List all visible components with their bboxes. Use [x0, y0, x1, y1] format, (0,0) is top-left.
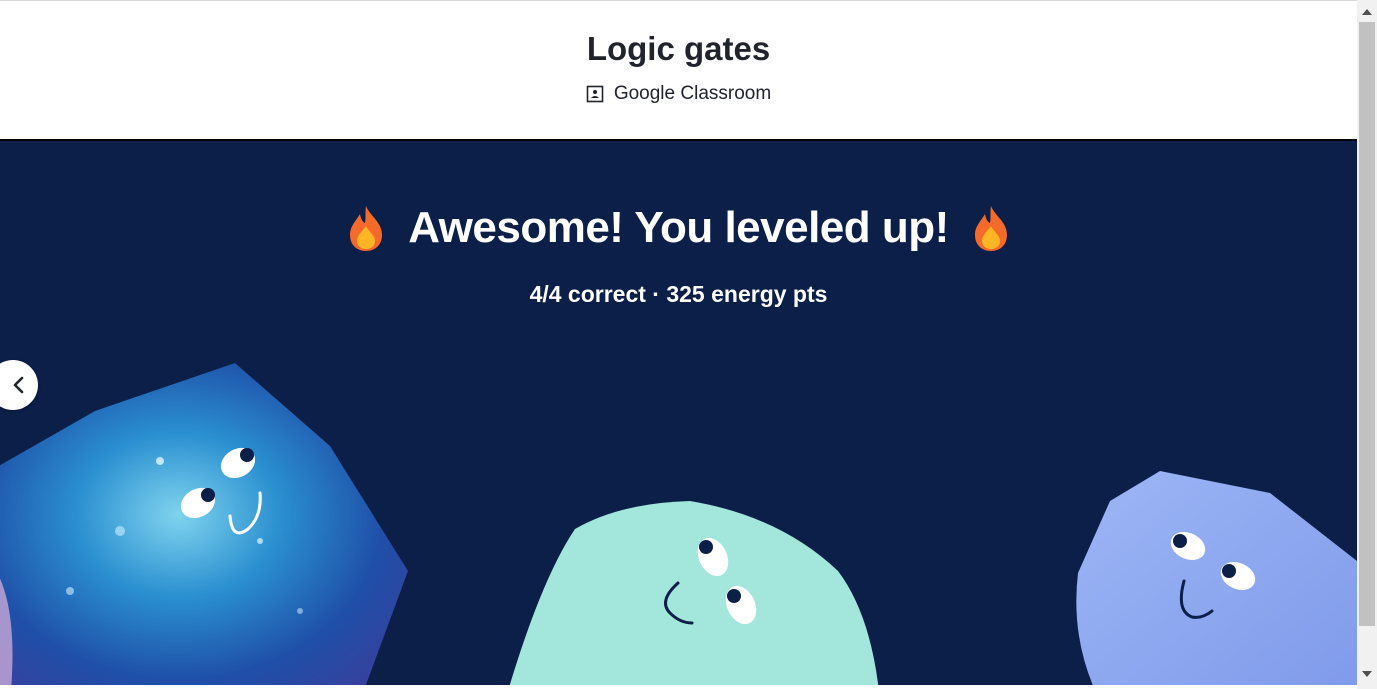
- header: Logic gates Google Classroom: [0, 1, 1357, 139]
- google-classroom-link[interactable]: Google Classroom: [0, 83, 1357, 105]
- left-creature: [0, 363, 408, 685]
- level-up-panel: Awesome! You leveled up! 4/4 correct · 3…: [0, 139, 1357, 685]
- scrollbar-thumb[interactable]: [1359, 22, 1375, 626]
- chevron-left-icon: [13, 376, 24, 394]
- right-creature: [1076, 471, 1357, 685]
- headline-text: Awesome! You leveled up!: [408, 203, 949, 252]
- google-classroom-label: Google Classroom: [613, 83, 772, 104]
- bottom-strip: [0, 685, 1357, 689]
- fire-emoji-icon: [350, 206, 383, 251]
- scroll-up-arrow-icon: [1362, 9, 1372, 15]
- scroll-down-button[interactable]: [1357, 664, 1377, 684]
- middle-creature: [509, 501, 879, 685]
- scrollbar[interactable]: [1357, 0, 1377, 689]
- scroll-up-button[interactable]: [1357, 2, 1377, 22]
- page-title: Logic gates: [586, 30, 771, 67]
- fire-emoji-icon: [974, 206, 1007, 251]
- score-summary: 4/4 correct · 325 energy pts: [529, 281, 828, 307]
- page: Logic gates Google Classroom Awesome! Yo…: [0, 0, 1377, 689]
- google-classroom-icon: [586, 85, 604, 103]
- level-up-headline: Awesome! You leveled up!: [0, 203, 1357, 253]
- scroll-down-arrow-icon: [1362, 671, 1372, 677]
